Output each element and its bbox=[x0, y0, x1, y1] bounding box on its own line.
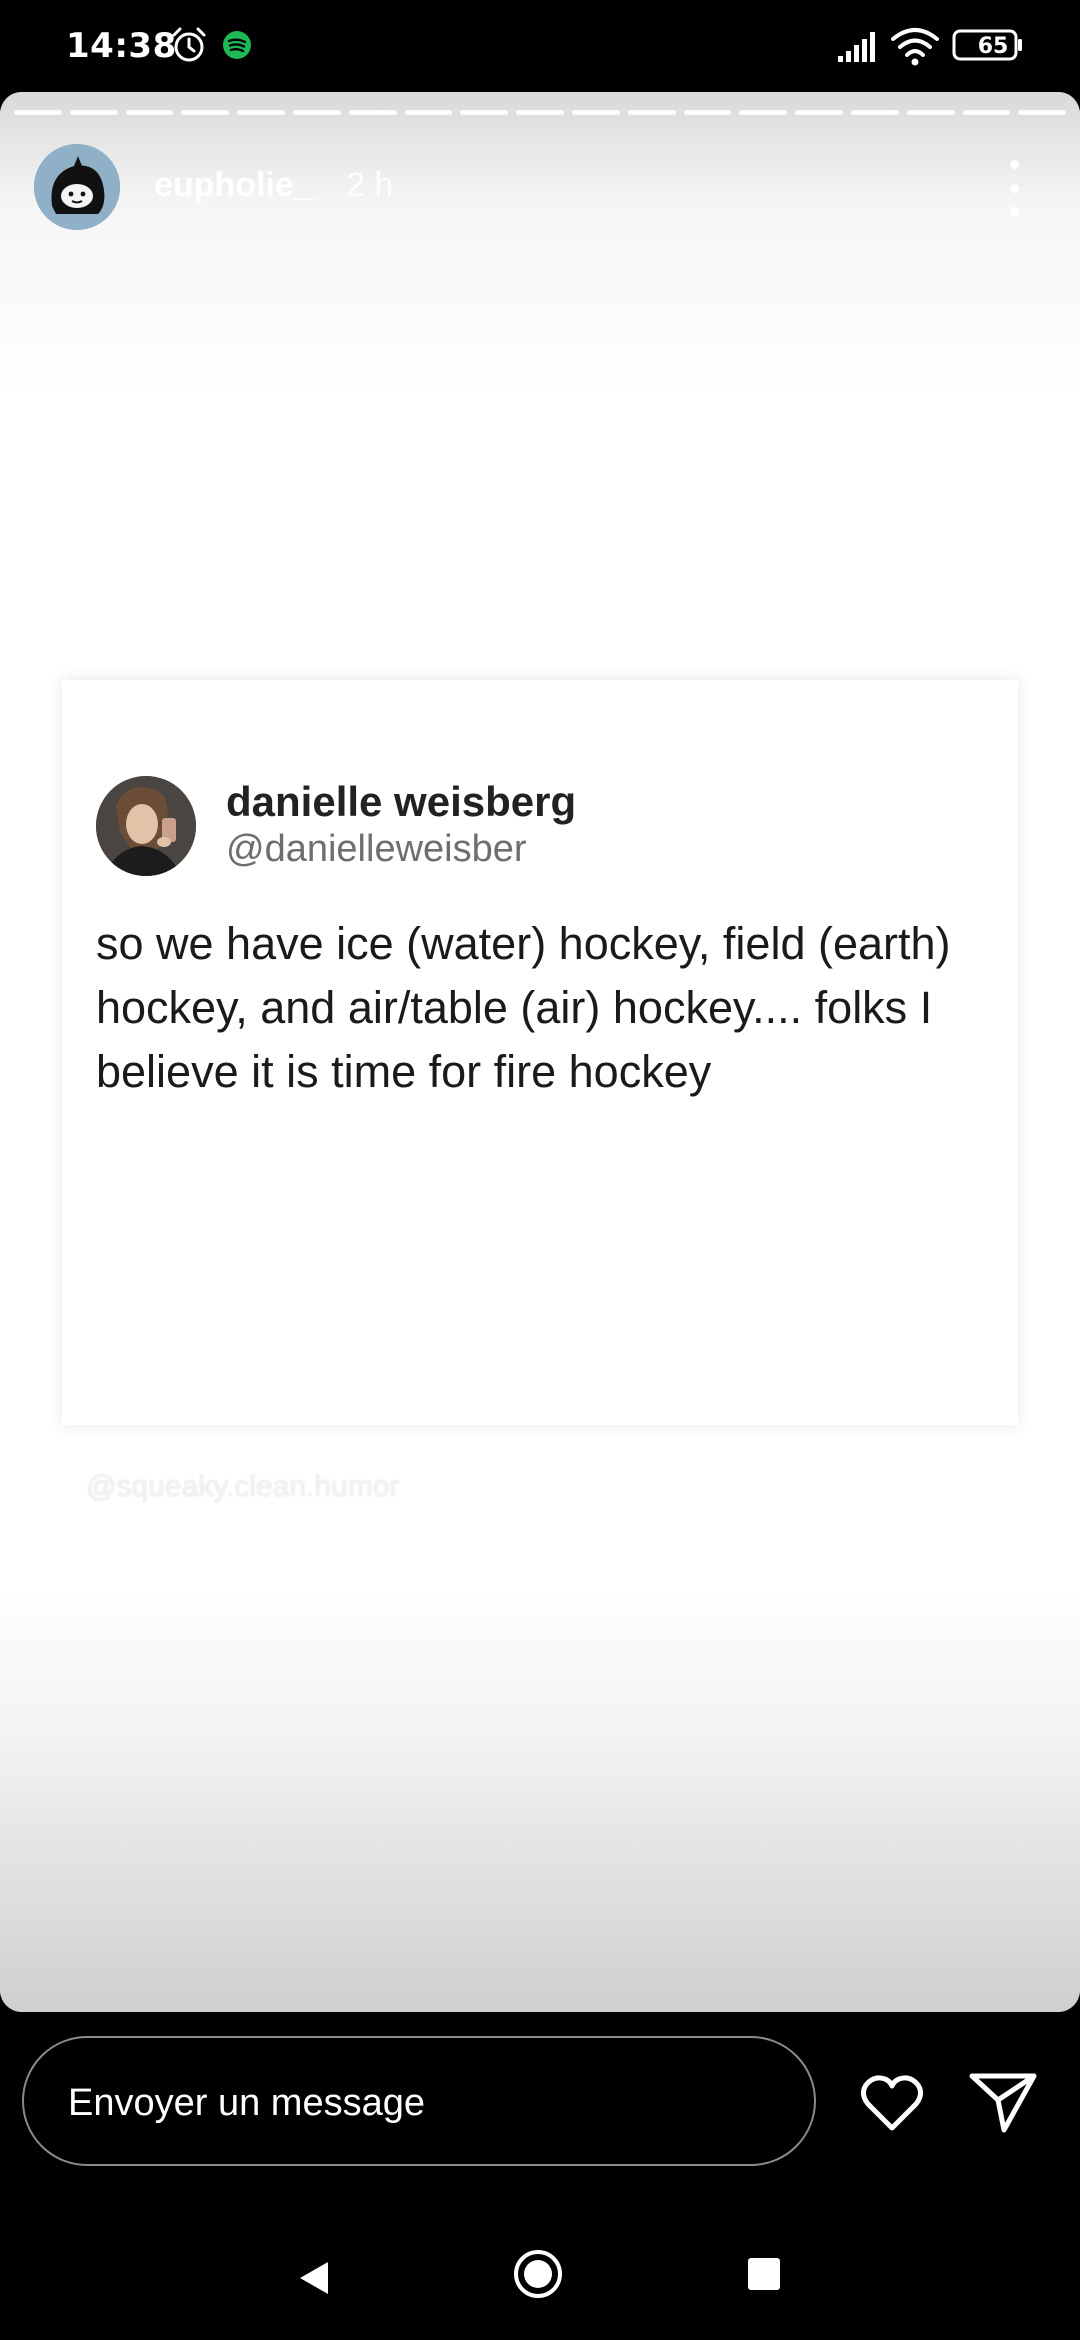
tweet-author-avatar bbox=[96, 776, 196, 876]
message-placeholder: Envoyer un message bbox=[68, 2082, 425, 2124]
alarm-icon bbox=[172, 27, 206, 62]
send-icon[interactable] bbox=[968, 2070, 1038, 2134]
status-time: 14:38 bbox=[66, 26, 177, 66]
story-header: eupholie_ 2 h bbox=[0, 92, 1080, 292]
story-viewer[interactable]: eupholie_ 2 h danielle weisberg @daniell… bbox=[0, 92, 1080, 2012]
wifi-icon bbox=[891, 28, 939, 66]
more-dot bbox=[1009, 160, 1019, 169]
story-avatar[interactable] bbox=[34, 144, 120, 230]
tweet-card: danielle weisberg @danielleweisber so we… bbox=[62, 680, 1018, 1425]
story-time-ago: 2 h bbox=[346, 166, 394, 204]
status-bar: 14:38 65 bbox=[0, 0, 1080, 92]
home-icon[interactable] bbox=[512, 2248, 564, 2300]
recent-apps-icon[interactable] bbox=[748, 2258, 780, 2290]
more-options-icon[interactable] bbox=[996, 160, 1032, 216]
more-dot bbox=[1009, 207, 1019, 216]
author-photo bbox=[96, 776, 196, 876]
heart-icon[interactable] bbox=[860, 2074, 924, 2132]
back-icon[interactable] bbox=[296, 2258, 332, 2298]
reply-bar: Envoyer un message bbox=[0, 2012, 1080, 2192]
battery-level: 65 bbox=[977, 34, 1009, 59]
tweet-text: so we have ice (water) hockey, field (ea… bbox=[96, 918, 951, 1097]
watermark: @squeaky.clean.humor bbox=[86, 1470, 400, 1503]
tweet-author-handle: @danielleweisber bbox=[226, 828, 527, 870]
more-dot bbox=[1009, 183, 1019, 193]
tweet-author-name: danielle weisberg bbox=[226, 778, 577, 825]
spotify-icon bbox=[223, 31, 251, 59]
signal-icon bbox=[838, 32, 875, 62]
avatar-illustration bbox=[34, 144, 120, 230]
navigation-bar bbox=[0, 2192, 1080, 2340]
message-input[interactable]: Envoyer un message bbox=[22, 2036, 816, 2166]
story-username[interactable]: eupholie_ bbox=[154, 166, 313, 205]
